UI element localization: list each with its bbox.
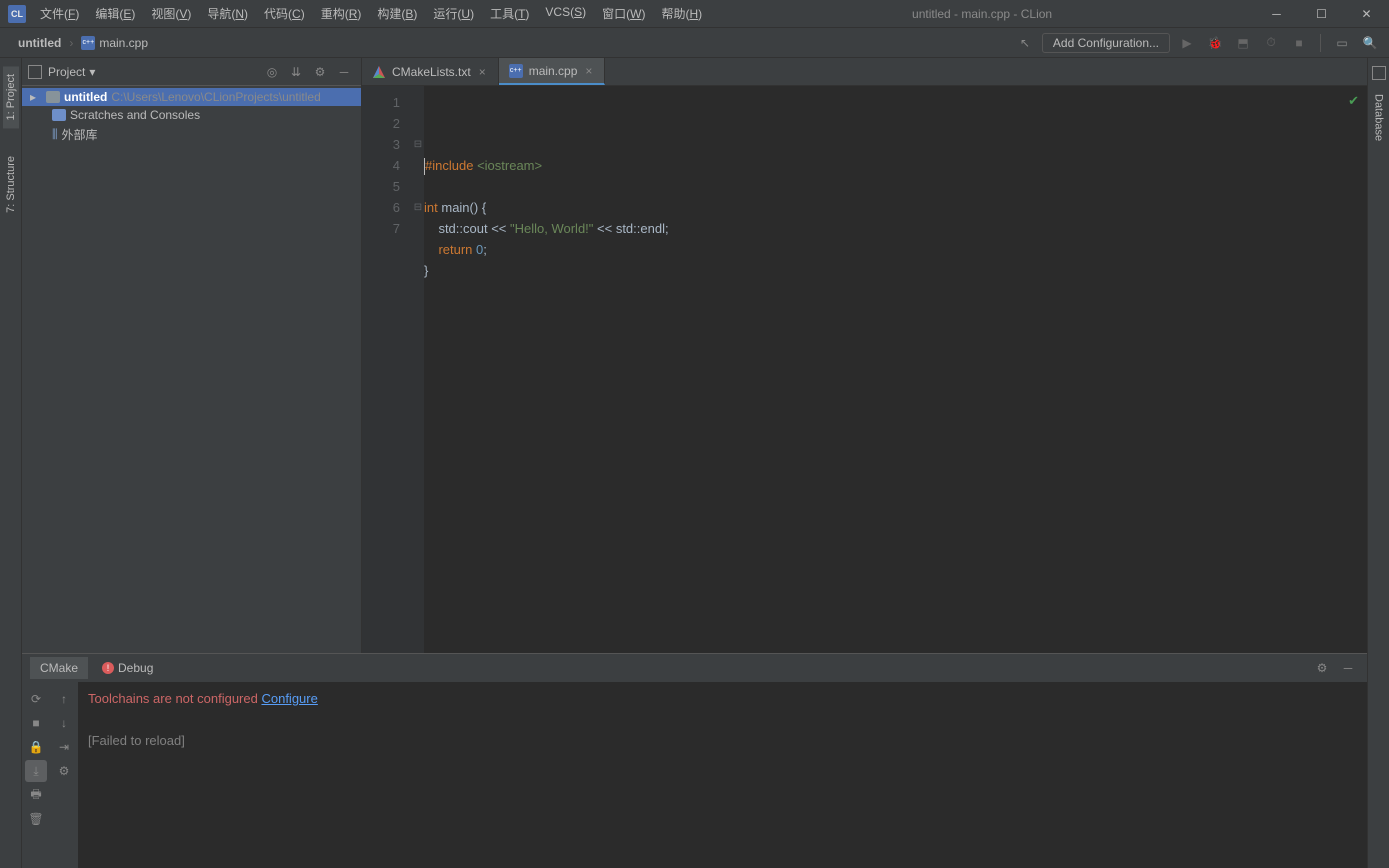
project-tool-tab[interactable]: 1: Project <box>3 66 19 128</box>
folder-icon <box>46 91 60 103</box>
project-panel-header: Project ▾ ◎ ⇊ ⚙ ─ <box>22 58 361 86</box>
tree-item-外部库[interactable]: ⫼ 外部库 <box>22 124 361 145</box>
separator <box>1320 34 1321 52</box>
trash-button[interactable]: 🗑 <box>25 808 47 830</box>
add-configuration-button[interactable]: Add Configuration... <box>1042 33 1170 53</box>
layout-button[interactable]: ▭ <box>1331 32 1353 54</box>
window-title: untitled - main.cpp - CLion <box>710 7 1254 21</box>
breadcrumb[interactable]: untitled › c++ main.cpp <box>18 36 148 50</box>
project-tree[interactable]: ▸untitled C:\Users\Lenovo\CLionProjects\… <box>22 86 361 653</box>
console-failed-text: [Failed to reload] <box>88 730 1357 751</box>
editor-tab-CMakeLists.txt[interactable]: CMakeLists.txt× <box>362 58 499 85</box>
console-error-text: Toolchains are not configured <box>88 691 258 706</box>
filter-button[interactable]: 🔒 <box>25 736 47 758</box>
scroll-button[interactable]: ⤓ <box>25 760 47 782</box>
editor-tabs: CMakeLists.txt×c++main.cpp× <box>362 58 1367 86</box>
panel-hide-button[interactable]: ─ <box>1337 657 1359 679</box>
breadcrumb-project[interactable]: untitled <box>18 36 61 50</box>
breadcrumb-file[interactable]: main.cpp <box>99 36 148 50</box>
run-button[interactable]: ▶ <box>1176 32 1198 54</box>
wrap-button[interactable]: ⇥ <box>53 736 75 758</box>
menu-视图[interactable]: 视图(V) <box>143 1 199 26</box>
minimize-button[interactable]: ─ <box>1254 0 1299 28</box>
stop-button[interactable]: ■ <box>1288 32 1310 54</box>
app-icon: CL <box>8 5 26 23</box>
tab-close-button[interactable]: × <box>583 64 594 78</box>
menu-导航[interactable]: 导航(N) <box>199 1 256 26</box>
up-button[interactable]: ↑ <box>53 688 75 710</box>
cmake-icon <box>372 65 386 79</box>
locate-button[interactable]: ◎ <box>261 61 283 83</box>
hide-panel-button[interactable]: ─ <box>333 61 355 83</box>
coverage-button[interactable]: ⬒ <box>1232 32 1254 54</box>
collapse-all-button[interactable]: ⇊ <box>285 61 307 83</box>
debug-tab[interactable]: ! Debug <box>92 657 163 679</box>
chevron-right-icon[interactable]: ▸ <box>30 90 42 104</box>
settings-button[interactable]: ⚙ <box>309 61 331 83</box>
maximize-button[interactable]: ☐ <box>1299 0 1344 28</box>
cpp-file-icon: c++ <box>81 36 95 50</box>
back-button[interactable]: ↖ <box>1014 32 1036 54</box>
error-icon: ! <box>102 662 114 674</box>
editor-area: CMakeLists.txt×c++main.cpp× 1234567 ⊟⊟ ✔… <box>362 58 1367 653</box>
menu-帮助[interactable]: 帮助(H) <box>653 1 710 26</box>
down-button[interactable]: ↓ <box>53 712 75 734</box>
code-editor[interactable]: ✔ #include <iostream> int main() { std::… <box>424 86 1367 653</box>
breadcrumb-sep: › <box>65 36 77 50</box>
menu-VCS[interactable]: VCS(S) <box>537 1 594 26</box>
line-number-gutter[interactable]: 1234567 <box>362 86 412 653</box>
database-icon[interactable] <box>1372 66 1386 80</box>
bottom-tabs: CMake ! Debug ⚙ ─ <box>22 654 1367 682</box>
menu-编辑[interactable]: 编辑(E) <box>87 1 143 26</box>
menu-窗口[interactable]: 窗口(W) <box>594 1 653 26</box>
panel-settings-button[interactable]: ⚙ <box>1311 657 1333 679</box>
tree-item-Scratches and Consoles[interactable]: Scratches and Consoles <box>22 106 361 124</box>
editor-tab-main.cpp[interactable]: c++main.cpp× <box>499 58 606 85</box>
project-panel: Project ▾ ◎ ⇊ ⚙ ─ ▸untitled C:\Users\Len… <box>22 58 362 653</box>
menu-工具[interactable]: 工具(T) <box>482 1 537 26</box>
left-tool-gutter: 1: Project 7: Structure <box>0 58 22 868</box>
console-output[interactable]: Toolchains are not configured Configure … <box>78 682 1367 868</box>
right-tool-gutter: Database <box>1367 58 1389 868</box>
bottom-panel: CMake ! Debug ⚙ ─ ⟳ ↑ ■ <box>22 653 1367 868</box>
debug-icon-button[interactable]: 🐞 <box>1204 32 1226 54</box>
database-tool-tab[interactable]: Database <box>1371 86 1387 149</box>
menu-构建[interactable]: 构建(B) <box>369 1 425 26</box>
reload-button[interactable]: ⟳ <box>25 688 47 710</box>
inspection-ok-icon[interactable]: ✔ <box>1348 90 1359 111</box>
menu-代码[interactable]: 代码(C) <box>256 1 313 26</box>
tree-item-untitled[interactable]: ▸untitled C:\Users\Lenovo\CLionProjects\… <box>22 88 361 106</box>
print-button[interactable]: 🖶 <box>25 784 47 806</box>
scratches-icon <box>52 109 66 121</box>
cmake-tab[interactable]: CMake <box>30 657 88 679</box>
main-menu: 文件(F)编辑(E)视图(V)导航(N)代码(C)重构(R)构建(B)运行(U)… <box>32 1 710 26</box>
menu-重构[interactable]: 重构(R) <box>313 1 370 26</box>
library-icon: ⫼ <box>52 127 58 142</box>
nav-toolbar: untitled › c++ main.cpp ↖ Add Configurat… <box>0 28 1389 58</box>
menu-运行[interactable]: 运行(U) <box>425 1 482 26</box>
configure-link[interactable]: Configure <box>261 691 317 706</box>
fold-gutter[interactable]: ⊟⊟ <box>412 86 424 653</box>
console-toolbar: ⟳ ↑ ■ ↓ 🔒 ⇥ ⤓ ⚙ <box>22 682 78 868</box>
tab-close-button[interactable]: × <box>477 65 488 79</box>
search-everywhere-button[interactable]: 🔍 <box>1359 32 1381 54</box>
menu-文件[interactable]: 文件(F) <box>32 1 87 26</box>
settings-console-button[interactable]: ⚙ <box>53 760 75 782</box>
close-button[interactable]: ✕ <box>1344 0 1389 28</box>
structure-tool-tab[interactable]: 7: Structure <box>3 148 19 221</box>
title-bar: CL 文件(F)编辑(E)视图(V)导航(N)代码(C)重构(R)构建(B)运行… <box>0 0 1389 28</box>
chevron-down-icon: ▾ <box>89 65 95 79</box>
profile-button[interactable]: ⏱ <box>1260 32 1282 54</box>
stop-console-button[interactable]: ■ <box>25 712 47 734</box>
cpp-file-icon: c++ <box>509 64 523 78</box>
project-view-selector[interactable]: Project ▾ <box>48 65 95 79</box>
